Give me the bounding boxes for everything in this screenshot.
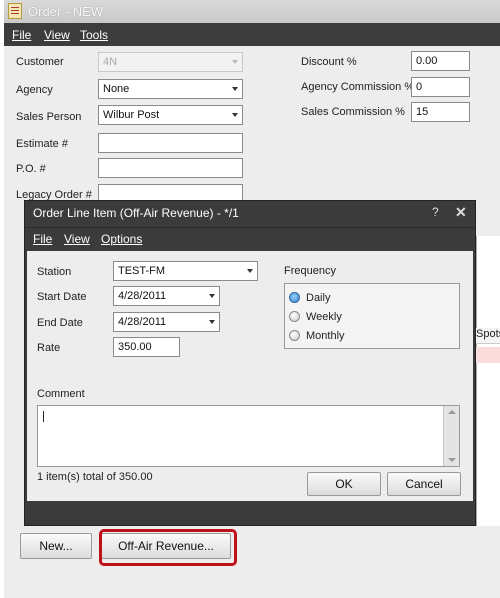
dialog-menu-options[interactable]: Options (101, 232, 142, 246)
summary-text: 1 item(s) total of 350.00 (37, 471, 153, 483)
line-items-grid[interactable] (476, 236, 500, 526)
order-app-icon (8, 3, 22, 19)
dialog-title: Order Line Item (Off-Air Revenue) - */1 (33, 206, 239, 220)
order-line-item-dialog: Order Line Item (Off-Air Revenue) - */1 … (24, 200, 476, 526)
po-label: P.O. # (16, 163, 46, 175)
frequency-group: Daily Weekly Monthly (284, 283, 460, 349)
radio-daily[interactable] (289, 292, 300, 303)
rate-label: Rate (37, 342, 61, 354)
radio-weekly[interactable] (289, 311, 300, 322)
scroll-down-icon[interactable] (448, 458, 456, 462)
start-date-value: 4/28/2011 (118, 290, 167, 302)
agency-combo[interactable]: None (98, 79, 243, 99)
start-date-picker[interactable]: 4/28/2011 (113, 286, 220, 306)
close-icon[interactable]: ✕ (455, 204, 467, 221)
station-combo[interactable]: TEST-FM (113, 261, 258, 281)
agency-commission-label: Agency Commission % (301, 81, 415, 93)
radio-daily-label[interactable]: Daily (306, 292, 330, 304)
end-date-value: 4/28/2011 (118, 316, 167, 328)
order-menubar: File View Tools (4, 23, 500, 46)
frequency-label: Frequency (284, 265, 336, 277)
station-label: Station (37, 266, 72, 278)
spots-column-header[interactable]: Spots (476, 328, 500, 344)
discount-field[interactable]: 0.00 (411, 51, 470, 71)
sales-commission-label: Sales Commission % (301, 106, 405, 118)
sales-person-value: Wilbur Post (103, 109, 160, 121)
discount-label: Discount % (301, 56, 357, 68)
agency-commission-field[interactable]: 0 (411, 77, 470, 97)
estimate-field[interactable] (98, 133, 243, 153)
chevron-down-icon[interactable] (209, 320, 215, 324)
radio-monthly-label[interactable]: Monthly (306, 330, 345, 342)
menu-file[interactable]: File (12, 28, 31, 42)
table-row[interactable] (476, 347, 500, 363)
comment-textarea[interactable] (37, 405, 460, 467)
agency-label: Agency (16, 84, 53, 96)
menu-tools[interactable]: Tools (80, 28, 108, 42)
customer-value: 4N (103, 56, 118, 68)
chevron-down-icon[interactable] (232, 87, 238, 91)
dialog-menubar: File View Options (25, 227, 475, 249)
text-caret (43, 411, 44, 422)
customer-combo: 4N (98, 52, 243, 72)
order-window-title: Order - NEW (28, 4, 104, 19)
dialog-body: Station TEST-FM Start Date 4/28/2011 End… (27, 251, 473, 501)
chevron-down-icon[interactable] (247, 269, 253, 273)
screen: Order - NEW File View Tools Customer 4N … (0, 0, 500, 598)
sales-person-combo[interactable]: Wilbur Post (98, 105, 243, 125)
new-button[interactable]: New... (20, 533, 92, 559)
menu-view[interactable]: View (44, 28, 70, 42)
chevron-down-icon[interactable] (232, 113, 238, 117)
comment-label: Comment (37, 388, 85, 400)
rate-field[interactable]: 350.00 (113, 337, 180, 357)
dialog-footer-bar (25, 501, 475, 525)
radio-monthly[interactable] (289, 330, 300, 341)
station-value: TEST-FM (118, 265, 166, 277)
help-icon[interactable]: ? (432, 205, 439, 219)
agency-value: None (103, 83, 130, 95)
order-window-titlebar: Order - NEW (4, 0, 500, 23)
highlight-annotation (99, 529, 237, 566)
end-date-picker[interactable]: 4/28/2011 (113, 312, 220, 332)
ok-button[interactable]: OK (307, 472, 381, 496)
dialog-menu-file[interactable]: File (33, 232, 52, 246)
cancel-button[interactable]: Cancel (387, 472, 461, 496)
sales-commission-field[interactable]: 15 (411, 102, 470, 122)
chevron-down-icon (232, 60, 238, 64)
chevron-down-icon[interactable] (209, 294, 215, 298)
dialog-menu-view[interactable]: View (64, 232, 90, 246)
radio-weekly-label[interactable]: Weekly (306, 311, 342, 323)
sales-person-label: Sales Person (16, 111, 82, 123)
dialog-titlebar: Order Line Item (Off-Air Revenue) - */1 … (25, 201, 475, 224)
scroll-up-icon[interactable] (448, 410, 456, 414)
start-date-label: Start Date (37, 291, 87, 303)
po-field[interactable] (98, 158, 243, 178)
comment-scrollbar[interactable] (443, 406, 459, 466)
end-date-label: End Date (37, 317, 83, 329)
estimate-label: Estimate # (16, 138, 68, 150)
customer-label: Customer (16, 56, 64, 68)
